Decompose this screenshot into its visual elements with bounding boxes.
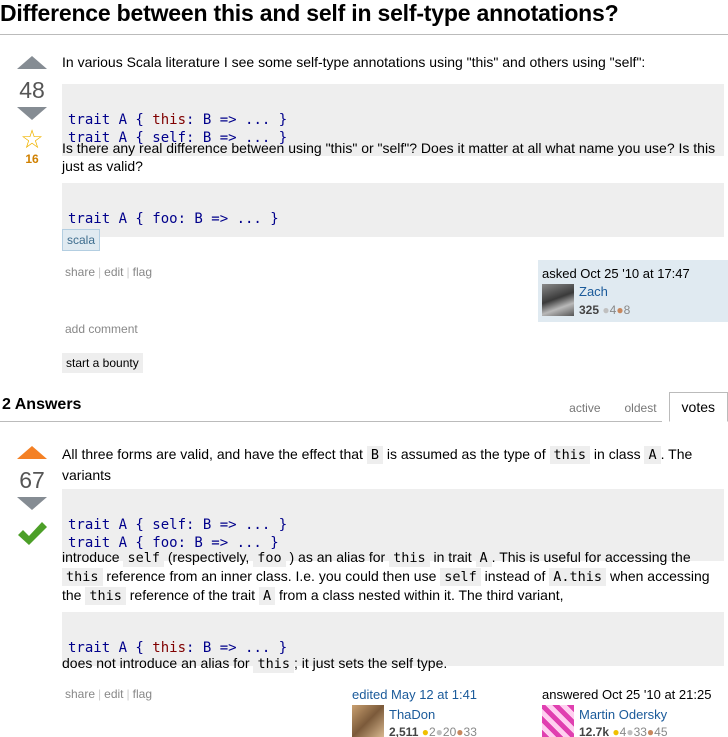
asker-signature: asked Oct 25 '10 at 17:47 Zach 325 ●4●8 — [538, 260, 728, 322]
downvote-arrow-icon[interactable] — [17, 107, 47, 120]
question-title[interactable]: Difference between this and self in self… — [0, 0, 619, 30]
question-code-block-2: trait A { foo: B => ... } — [62, 183, 724, 237]
tab-votes[interactable]: votes — [668, 392, 728, 422]
answer-paragraph-1: All three forms are valid, and have the … — [62, 446, 693, 483]
avatar[interactable] — [542, 705, 574, 737]
menu-separator: | — [126, 265, 130, 279]
answered-timestamp: answered Oct 25 '10 at 21:25 — [542, 687, 712, 702]
code-line: trait A { self: B => ... } — [68, 517, 288, 533]
title-divider — [0, 34, 728, 35]
tab-active[interactable]: active — [557, 392, 612, 422]
bronze-badge-icon: ● — [456, 725, 464, 737]
answer-paragraph-2: introduce self (respectively, foo ) as a… — [62, 549, 710, 605]
edit-link[interactable]: edit — [104, 687, 123, 701]
question-text: Is there any real difference between usi… — [62, 140, 716, 174]
answers-divider — [0, 421, 662, 422]
accepted-check-icon — [18, 522, 47, 545]
gold-badge-icon: ● — [612, 725, 620, 737]
favorite-count: 16 — [25, 152, 39, 166]
tag-scala[interactable]: scala — [62, 229, 101, 251]
flag-link[interactable]: flag — [133, 265, 152, 279]
answerer-name[interactable]: Martin Odersky — [579, 707, 667, 722]
code-line: trait A { this: B => ... } — [68, 112, 288, 128]
answers-count-heading: 2 Answers — [2, 396, 82, 413]
downvote-arrow-icon[interactable] — [17, 497, 47, 510]
answerer-signature: answered Oct 25 '10 at 21:25 Martin Oder… — [538, 683, 728, 737]
answer-paragraph-3: does not introduce an alias for this; it… — [62, 655, 448, 673]
answerer-reputation: 12.7k ●4●33●45 — [579, 725, 668, 737]
avatar[interactable] — [352, 705, 384, 737]
upvote-arrow-icon[interactable] — [17, 56, 47, 69]
edit-link[interactable]: edit — [104, 265, 123, 279]
share-link[interactable]: share — [65, 265, 95, 279]
editor-name[interactable]: ThaDon — [389, 707, 435, 722]
favorite-star-icon[interactable]: ☆ — [17, 126, 47, 152]
code-line: trait A { foo: B => ... } — [68, 211, 279, 227]
answer-vote-cell: 67 — [17, 446, 47, 551]
avatar[interactable] — [542, 284, 574, 316]
bronze-badge-icon: ● — [616, 303, 624, 317]
silver-badge-icon: ● — [602, 303, 610, 317]
silver-badge-icon: ● — [626, 725, 634, 737]
question-vote-count: 48 — [19, 77, 45, 103]
upvote-arrow-icon[interactable] — [17, 446, 47, 459]
menu-separator: | — [98, 687, 102, 701]
editor-signature: edited May 12 at 1:41 ThaDon 2,511 ●2●20… — [350, 683, 530, 737]
add-comment-link[interactable]: add comment — [65, 322, 138, 336]
asker-name[interactable]: Zach — [579, 284, 608, 299]
editor-reputation: 2,511 ●2●20●33 — [389, 725, 477, 737]
asked-timestamp: asked Oct 25 '10 at 17:47 — [542, 266, 690, 281]
menu-separator: | — [126, 687, 130, 701]
menu-separator: | — [98, 265, 102, 279]
silver-badge-icon: ● — [435, 725, 443, 737]
question-post-menu: share | edit | flag — [65, 265, 152, 279]
answer-vote-count: 67 — [19, 467, 45, 493]
asker-reputation: 325 ●4●8 — [579, 303, 631, 317]
share-link[interactable]: share — [65, 687, 95, 701]
flag-link[interactable]: flag — [133, 687, 152, 701]
question-intro: In various Scala literature I see some s… — [62, 54, 646, 70]
gold-badge-icon: ● — [421, 725, 429, 737]
start-bounty-button[interactable]: start a bounty — [62, 353, 143, 373]
question-vote-cell: 48 ☆ 16 — [17, 56, 47, 166]
answer-sort-tabs: active oldest votes — [557, 392, 728, 422]
tab-oldest[interactable]: oldest — [613, 392, 669, 422]
edited-timestamp[interactable]: edited May 12 at 1:41 — [352, 687, 477, 702]
answer-post-menu: share | edit | flag — [65, 687, 152, 701]
